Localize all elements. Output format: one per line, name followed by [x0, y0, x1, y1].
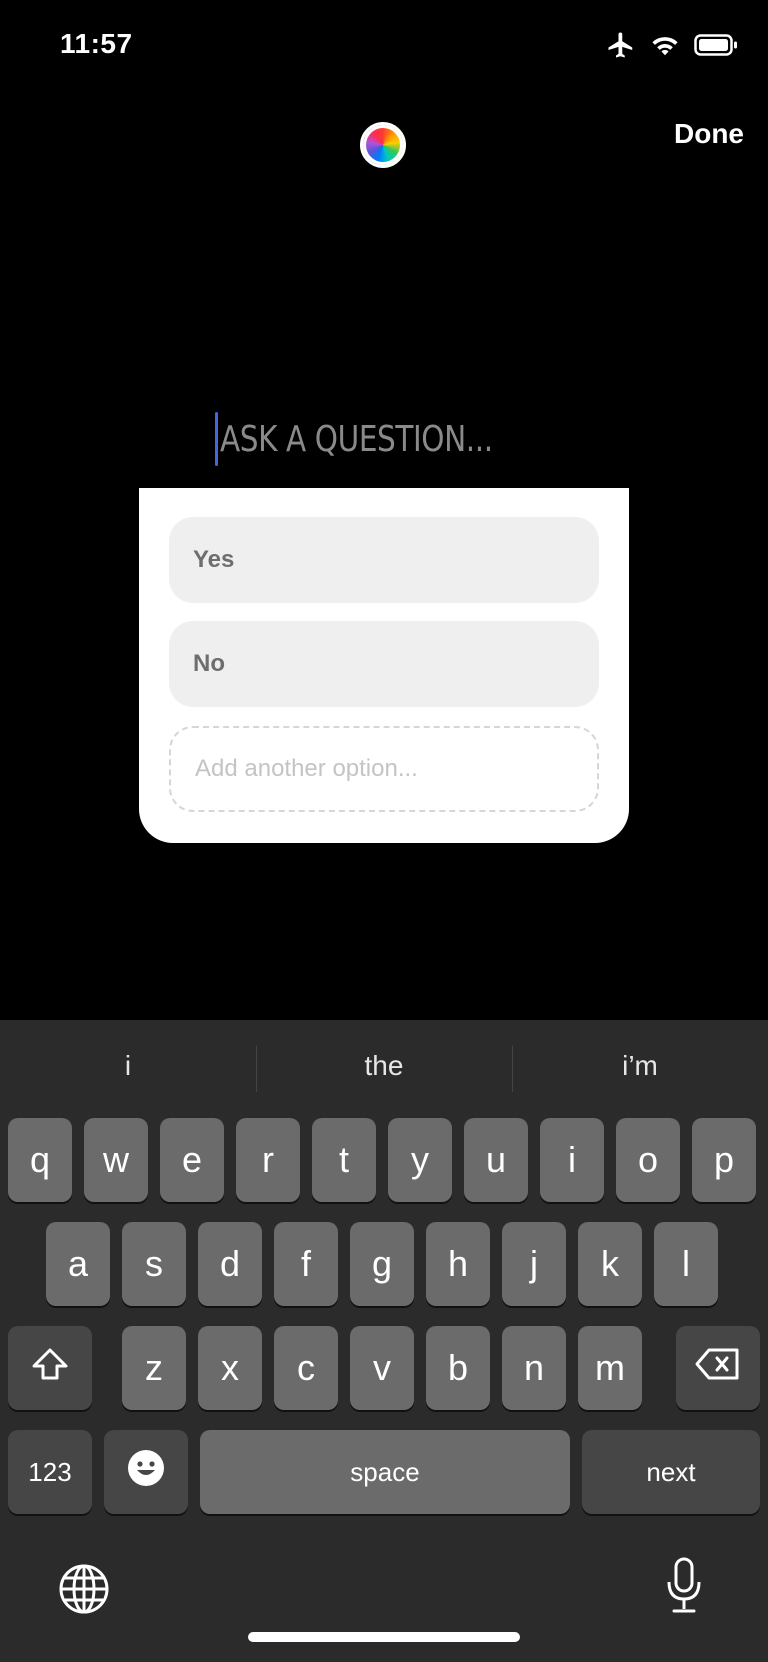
- key-t[interactable]: t: [312, 1118, 376, 1202]
- key-g[interactable]: g: [350, 1222, 414, 1306]
- status-bar: 11:57: [0, 0, 768, 96]
- color-wheel-icon[interactable]: [360, 122, 406, 168]
- numbers-key[interactable]: 123: [8, 1430, 92, 1514]
- key-a[interactable]: a: [46, 1222, 110, 1306]
- backspace-icon: [695, 1347, 741, 1390]
- add-option-placeholder: Add another option...: [195, 755, 418, 782]
- key-c[interactable]: c: [274, 1326, 338, 1410]
- key-n[interactable]: n: [502, 1326, 566, 1410]
- text-caret: [215, 412, 219, 466]
- key-h[interactable]: h: [426, 1222, 490, 1306]
- status-time: 11:57: [60, 28, 133, 59]
- key-q[interactable]: q: [8, 1118, 72, 1202]
- key-s[interactable]: s: [122, 1222, 186, 1306]
- done-button[interactable]: Done: [674, 118, 744, 150]
- poll-option-label: No: [193, 650, 225, 677]
- key-w[interactable]: w: [84, 1118, 148, 1202]
- battery-icon: [694, 33, 738, 57]
- wifi-icon: [650, 33, 680, 57]
- key-e[interactable]: e: [160, 1118, 224, 1202]
- next-key[interactable]: next: [582, 1430, 760, 1514]
- key-l[interactable]: l: [654, 1222, 718, 1306]
- emoji-key[interactable]: [104, 1430, 188, 1514]
- microphone-icon[interactable]: [664, 1556, 704, 1621]
- key-i[interactable]: i: [540, 1118, 604, 1202]
- key-y[interactable]: y: [388, 1118, 452, 1202]
- globe-icon[interactable]: [58, 1563, 110, 1620]
- airplane-icon: [606, 30, 636, 60]
- suggestion-item[interactable]: i: [0, 1020, 256, 1112]
- poll-option-label: Yes: [193, 546, 235, 573]
- shift-key[interactable]: [8, 1326, 92, 1410]
- key-x[interactable]: x: [198, 1326, 262, 1410]
- key-o[interactable]: o: [616, 1118, 680, 1202]
- suggestion-bar: i the i’m: [0, 1020, 768, 1112]
- question-input[interactable]: ASK A QUESTION...: [220, 419, 493, 460]
- poll-option-no[interactable]: No: [169, 621, 599, 707]
- backspace-key[interactable]: [676, 1326, 760, 1410]
- key-d[interactable]: d: [198, 1222, 262, 1306]
- key-z[interactable]: z: [122, 1326, 186, 1410]
- key-b[interactable]: b: [426, 1326, 490, 1410]
- add-option-input[interactable]: Add another option...: [169, 726, 599, 812]
- shift-icon: [30, 1346, 70, 1391]
- suggestion-item[interactable]: the: [256, 1020, 512, 1112]
- key-k[interactable]: k: [578, 1222, 642, 1306]
- key-j[interactable]: j: [502, 1222, 566, 1306]
- key-u[interactable]: u: [464, 1118, 528, 1202]
- space-key[interactable]: space: [200, 1430, 570, 1514]
- question-field[interactable]: ASK A QUESTION...: [0, 412, 768, 466]
- key-v[interactable]: v: [350, 1326, 414, 1410]
- emoji-icon: [126, 1448, 166, 1497]
- key-m[interactable]: m: [578, 1326, 642, 1410]
- key-f[interactable]: f: [274, 1222, 338, 1306]
- suggestion-item[interactable]: i’m: [512, 1020, 768, 1112]
- home-indicator: [248, 1632, 520, 1642]
- poll-option-yes[interactable]: Yes: [169, 517, 599, 603]
- key-r[interactable]: r: [236, 1118, 300, 1202]
- poll-sticker-card: Yes No Add another option...: [139, 488, 629, 843]
- key-p[interactable]: p: [692, 1118, 756, 1202]
- status-icons: [606, 30, 738, 60]
